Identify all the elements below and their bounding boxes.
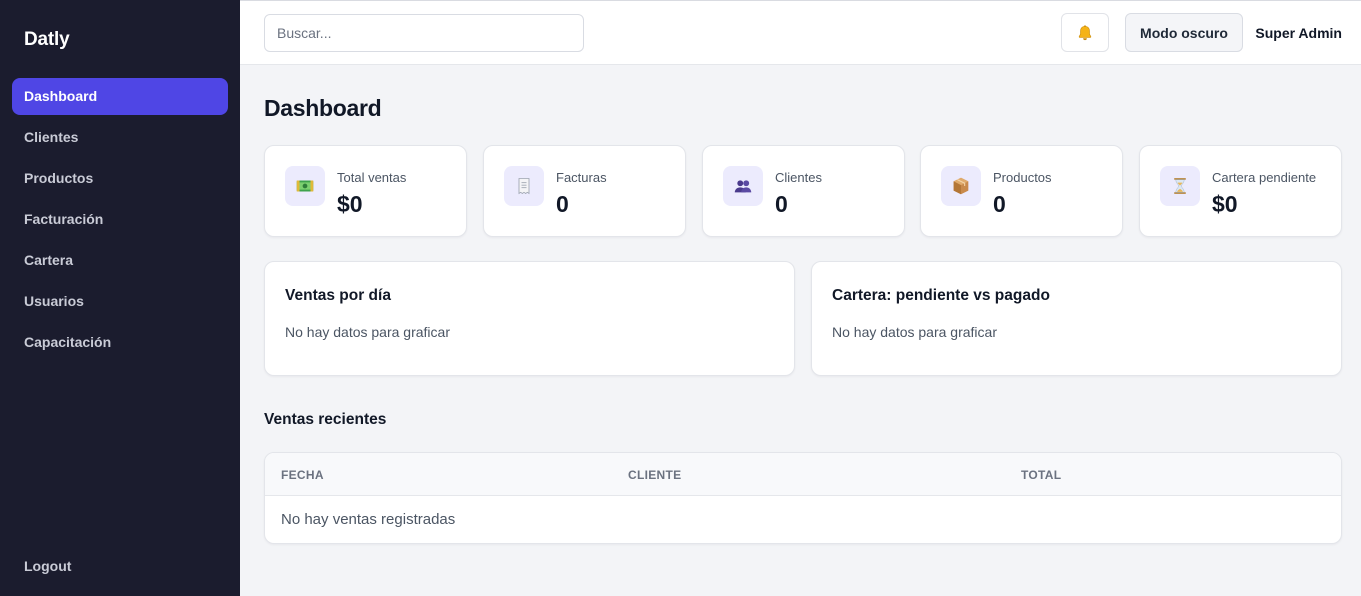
bell-icon [1078, 24, 1092, 40]
stat-card-productos: Productos 0 [920, 145, 1123, 237]
package-icon [953, 177, 969, 195]
stat-value: $0 [337, 191, 363, 217]
sidebar: Datly Dashboard Clientes Productos Factu… [0, 0, 240, 596]
stat-value: 0 [556, 191, 569, 217]
chart-title: Cartera: pendiente vs pagado [832, 287, 1050, 304]
logout-link[interactable]: Logout [24, 558, 71, 574]
sidebar-nav: Dashboard Clientes Productos Facturación… [12, 78, 228, 365]
stat-label: Facturas [556, 170, 607, 185]
recent-sales-table: FECHA CLIENTE TOTAL No hay ventas regist… [264, 452, 1342, 544]
recent-sales-title: Ventas recientes [264, 411, 387, 428]
page-title: Dashboard [264, 95, 382, 121]
users-icon [734, 180, 752, 193]
table-empty-message: No hay ventas registradas [281, 511, 456, 528]
chart-empty-message: No hay datos para graficar [285, 324, 450, 340]
topbar: Modo oscuro Super Admin [240, 0, 1361, 65]
sidebar-item-cartera[interactable]: Cartera [12, 242, 228, 279]
sidebar-item-clientes[interactable]: Clientes [12, 119, 228, 156]
sidebar-item-facturacion[interactable]: Facturación [12, 201, 228, 238]
sidebar-item-capacitacion[interactable]: Capacitación [12, 324, 228, 361]
stat-label: Total ventas [337, 170, 407, 185]
chart-card-ventas-por-dia: Ventas por día No hay datos para grafica… [264, 261, 795, 376]
stat-label: Productos [993, 170, 1052, 185]
table-header: FECHA CLIENTE TOTAL [265, 453, 1341, 496]
sidebar-item-productos[interactable]: Productos [12, 160, 228, 197]
sidebar-item-dashboard[interactable]: Dashboard [12, 78, 228, 115]
dark-mode-button[interactable]: Modo oscuro [1125, 13, 1243, 52]
stat-label: Clientes [775, 170, 822, 185]
stat-card-facturas: Facturas 0 [483, 145, 686, 237]
stat-card-cartera-pendiente: Cartera pendiente $0 [1139, 145, 1342, 237]
stat-value: $0 [1212, 191, 1238, 217]
column-header-cliente[interactable]: CLIENTE [628, 468, 681, 482]
stat-card-total-ventas: Total ventas $0 [264, 145, 467, 237]
user-menu[interactable]: Super Admin [1255, 25, 1342, 41]
receipt-icon [518, 178, 530, 195]
search-input[interactable] [264, 14, 584, 52]
chart-title: Ventas por día [285, 287, 391, 304]
sidebar-item-usuarios[interactable]: Usuarios [12, 283, 228, 320]
stat-value: 0 [775, 191, 788, 217]
column-header-total[interactable]: TOTAL [1021, 468, 1061, 482]
money-icon [296, 180, 314, 192]
brand-logo[interactable]: Datly [24, 29, 70, 51]
column-header-fecha[interactable]: FECHA [281, 468, 324, 482]
chart-card-cartera: Cartera: pendiente vs pagado No hay dato… [811, 261, 1342, 376]
stat-label: Cartera pendiente [1212, 170, 1317, 185]
chart-empty-message: No hay datos para graficar [832, 324, 997, 340]
notifications-button[interactable] [1061, 13, 1109, 52]
hourglass-icon [1174, 178, 1186, 194]
stat-value: 0 [993, 191, 1006, 217]
stat-card-clientes: Clientes 0 [702, 145, 905, 237]
